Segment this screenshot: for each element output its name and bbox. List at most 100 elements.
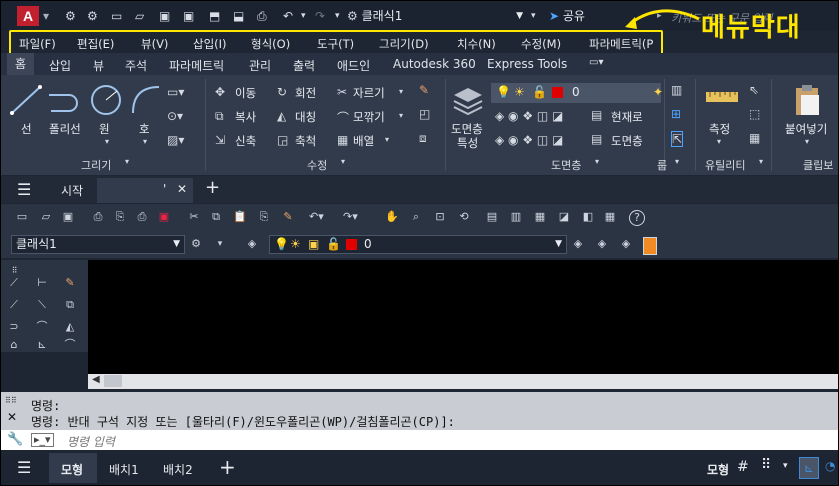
menu-view[interactable]: 뷰(V) — [141, 36, 168, 52]
redo-icon[interactable]: ↷ — [315, 9, 325, 23]
fillet-icon[interactable]: ⌒ — [337, 109, 349, 126]
dim-ordinate-icon[interactable]: ⊾ — [35, 338, 49, 352]
layer-properties-icon[interactable] — [451, 83, 485, 117]
layer-properties-label2[interactable]: 특성 — [457, 135, 478, 151]
polygon-tool-icon[interactable]: ⌂ — [7, 338, 21, 352]
workspace-alt-icon[interactable]: ⚙ — [87, 9, 98, 23]
copy-tool-icon[interactable]: ⧉ — [63, 298, 77, 312]
wrench-icon[interactable]: 🔧 — [7, 432, 23, 447]
trim-dropdown-icon[interactable]: ▾ — [399, 87, 403, 96]
tool-palettes-icon[interactable]: ▦ — [533, 210, 547, 224]
match-layer-label[interactable]: 도면층 — [611, 133, 643, 149]
scroll-thumb[interactable] — [104, 375, 122, 387]
erase-tool-icon[interactable]: ✎ — [63, 276, 77, 290]
line-icon[interactable] — [9, 83, 43, 117]
share-web-icon[interactable]: ⬓ — [233, 9, 244, 23]
polyline-tool-icon[interactable]: ⊃ — [7, 320, 21, 334]
match-layer-icon[interactable]: ▤ — [591, 132, 602, 146]
publish-icon[interactable]: ⎙ — [135, 210, 149, 224]
dwf-icon[interactable]: ▣ — [157, 210, 171, 224]
tab-parametric[interactable]: 파라메트릭 — [169, 57, 224, 74]
draw-circle-label[interactable]: 원 — [99, 121, 110, 137]
command-input[interactable]: 명령 입력 — [67, 433, 115, 450]
move-icon[interactable]: ✥ — [215, 85, 225, 99]
mirror-tool-icon[interactable]: ◭ — [63, 320, 77, 334]
menu-tools[interactable]: 도구(T) — [317, 36, 354, 52]
save-icon[interactable]: ▣ — [159, 9, 170, 23]
grid-icon[interactable]: # — [737, 459, 749, 475]
print-icon[interactable]: ⎙ — [91, 210, 105, 224]
markup-icon[interactable]: ◧ — [581, 210, 595, 224]
brush-icon[interactable]: ✎ — [281, 210, 295, 224]
zoom-realtime-icon[interactable]: ⌕ — [409, 210, 423, 224]
save-toolbar-icon[interactable]: ▣ — [61, 210, 75, 224]
workspace-arrow-icon[interactable]: ▾ — [213, 237, 227, 251]
undo-dropdown-icon[interactable]: ▾ — [301, 9, 306, 23]
offset-tool-icon[interactable]: ⌒ — [63, 338, 77, 352]
dim-aligned-icon[interactable]: ⟍ — [35, 298, 49, 312]
paste-toolbar-icon[interactable]: 📋 — [233, 210, 247, 224]
menu-draw[interactable]: 그리기(D) — [379, 36, 429, 52]
fillet-dropdown-icon[interactable]: ▾ — [399, 111, 403, 120]
menu-parametric[interactable]: 파라메트릭(P — [589, 36, 653, 52]
pan-icon[interactable]: ✋ — [385, 210, 399, 224]
match-properties-icon[interactable]: ⎘ — [257, 210, 271, 224]
scale-icon[interactable]: ◲ — [277, 133, 288, 147]
arc-icon[interactable] — [129, 83, 163, 117]
utility-panel-expand-icon[interactable]: ▾ — [759, 157, 763, 166]
quickcalc-icon[interactable]: ▦ — [603, 210, 617, 224]
zoom-window-icon[interactable]: ⊡ — [433, 210, 447, 224]
menu-file[interactable]: 파일(F) — [19, 36, 56, 52]
xline-tool-icon[interactable]: ⟋ — [7, 298, 21, 312]
offset-icon[interactable]: ⧈ — [419, 131, 427, 146]
tab-output[interactable]: 출력 — [293, 57, 315, 74]
layer-state-icon[interactable]: ◈ — [619, 237, 633, 251]
paste-dropdown-icon[interactable]: ▾ — [805, 137, 809, 146]
redo-toolbar-icon[interactable]: ↷▾ — [343, 210, 358, 224]
menu-modify[interactable]: 수정(M) — [521, 36, 561, 52]
circle-dropdown-icon[interactable]: ▾ — [105, 137, 109, 146]
measure-label[interactable]: 측정 — [709, 121, 730, 137]
copy-icon[interactable]: ⧉ — [215, 109, 224, 124]
snap-icon[interactable]: ⠿ — [761, 457, 771, 473]
calculator-icon[interactable]: ▦ — [749, 131, 760, 145]
help-icon[interactable]: ? — [629, 210, 645, 226]
block-panel-expand-icon[interactable]: ▾ — [675, 157, 679, 166]
edit-block-icon[interactable]: ⇱ — [671, 131, 684, 147]
tab-annotate[interactable]: 주석 — [125, 57, 147, 74]
hamburger-menu-icon[interactable]: ☰ — [17, 180, 31, 199]
layer-previous-icon[interactable]: ◈ — [595, 237, 609, 251]
trim-icon[interactable]: ✂ — [337, 85, 347, 99]
quick-select-icon[interactable]: ⇖ — [749, 83, 759, 97]
modify-rotate[interactable]: 회전 — [295, 85, 316, 101]
ribbon-minimize-icon[interactable]: ▭▾ — [589, 57, 603, 68]
new-tab-plus-icon[interactable]: + — [205, 177, 220, 198]
menu-edit[interactable]: 편집(E) — [77, 36, 114, 52]
menu-dimension[interactable]: 치수(N) — [457, 36, 496, 52]
open-icon[interactable]: ▱ — [39, 210, 53, 224]
layer-off-icon[interactable]: ◈ ◉ ❖ ◫ ◪ — [495, 109, 563, 123]
dim-arc-icon[interactable]: ⌒ — [35, 320, 49, 334]
array-icon[interactable]: ▦ — [337, 133, 348, 147]
workspace-settings-icon[interactable]: ⚙ — [189, 237, 203, 251]
qat-customize-icon[interactable]: ▾ — [335, 9, 340, 23]
arc-dropdown-icon[interactable]: ▾ — [143, 137, 147, 146]
layer-dropdown[interactable]: 💡 ☀ 🔓 0 — [491, 83, 661, 103]
print-preview-icon[interactable]: ⎘ — [113, 210, 127, 224]
stretch-icon[interactable]: ⇲ — [215, 133, 225, 147]
copy-toolbar-icon[interactable]: ⧉ — [209, 210, 223, 224]
model-space-button[interactable]: 모형 — [707, 461, 729, 478]
share-button[interactable]: ➤ 공유 — [549, 7, 585, 25]
layer-combo[interactable]: 💡 ☀ ▣ 🔓 0 ▼ — [269, 235, 567, 254]
modify-move[interactable]: 이동 — [235, 85, 256, 101]
paste-icon[interactable] — [793, 83, 823, 117]
save-as-icon[interactable]: ▣ — [183, 9, 194, 23]
menu-insert[interactable]: 삽입(I) — [193, 36, 227, 52]
tab-manage[interactable]: 관리 — [249, 57, 271, 74]
drawing-area[interactable] — [88, 260, 838, 374]
tab-view[interactable]: 뷰 — [93, 57, 104, 74]
sheet-set-icon[interactable]: ◪ — [557, 210, 571, 224]
layer-iso-icon[interactable]: ◈ ◉ ❖ ◫ ◪ — [495, 133, 563, 147]
create-block-icon[interactable]: ⊞ — [671, 107, 681, 121]
insert-block-icon[interactable]: ▥ — [671, 83, 682, 97]
